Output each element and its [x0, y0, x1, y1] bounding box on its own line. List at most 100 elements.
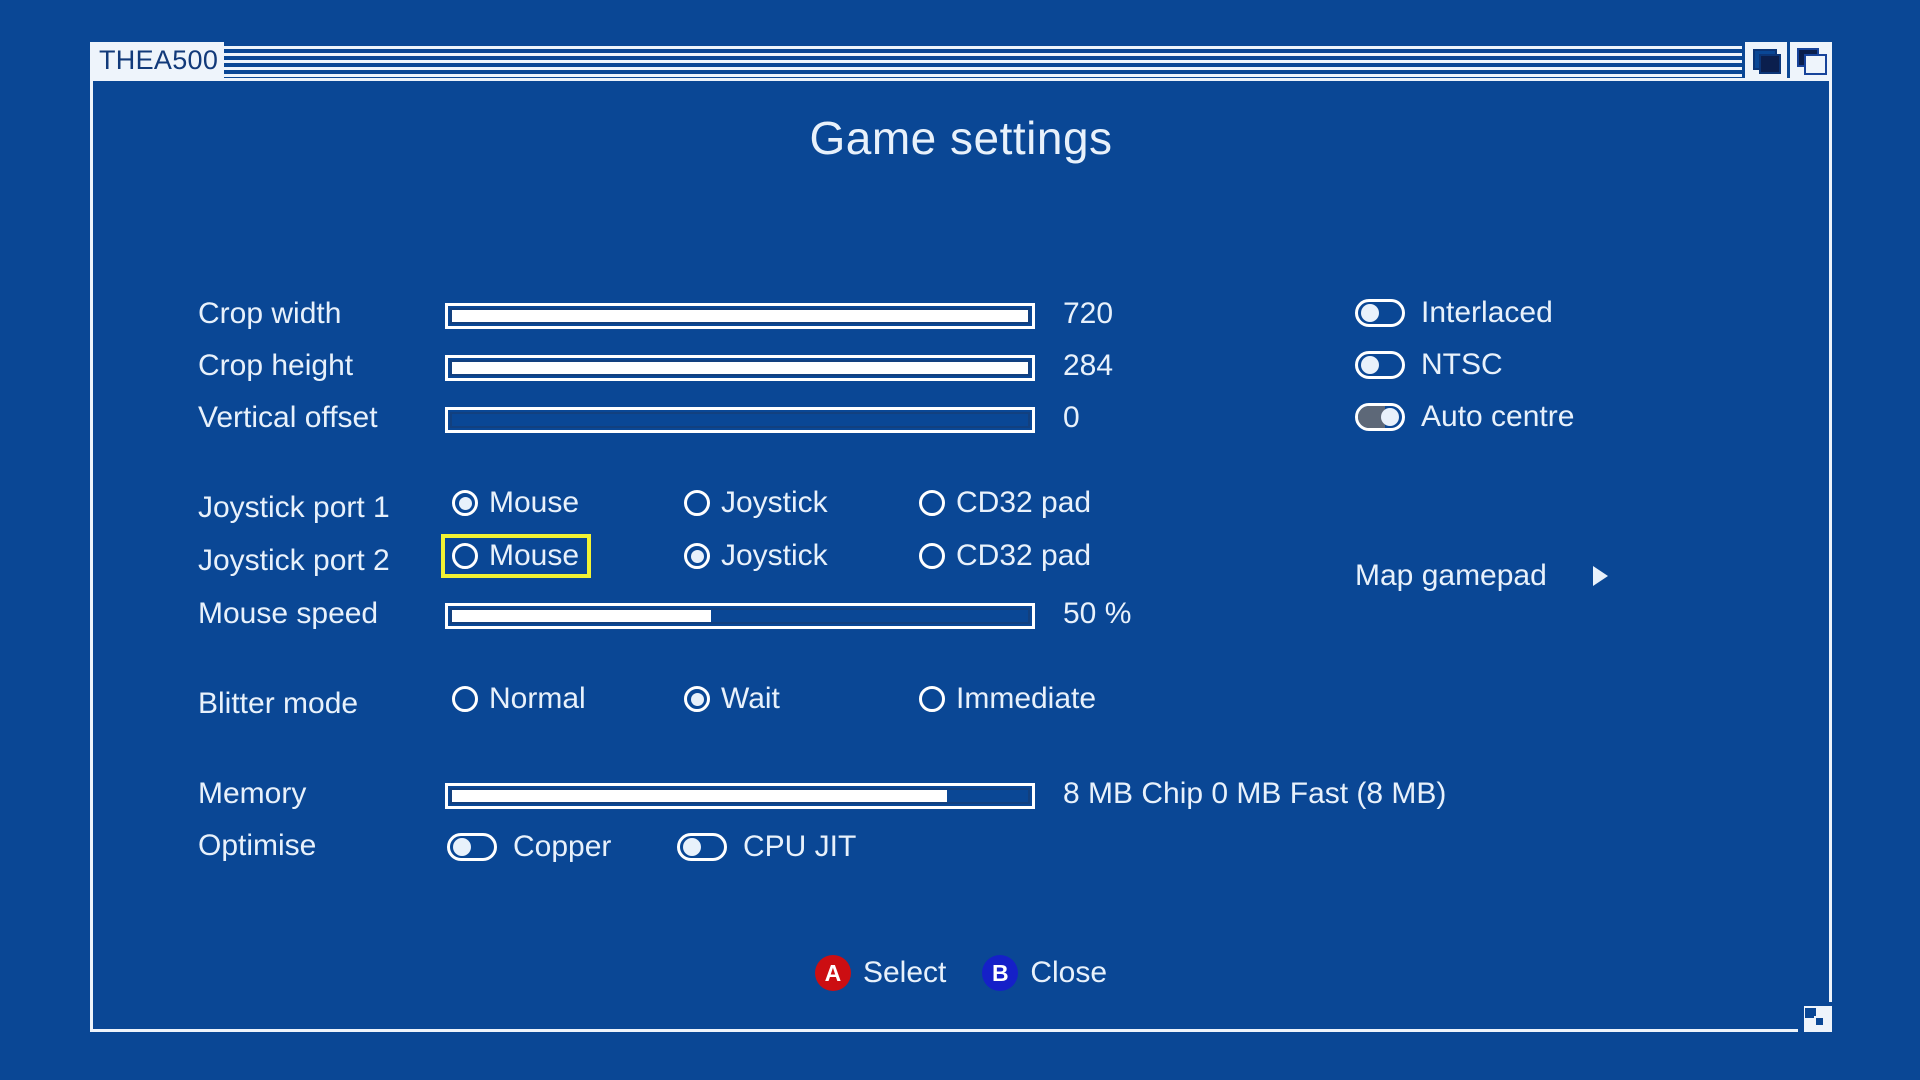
- toggle-interlaced-switch[interactable]: [1355, 299, 1405, 327]
- size-gadget-glyph: [1798, 1002, 1832, 1032]
- size-gadget-cut-left: [1798, 1002, 1804, 1032]
- toggle-ntsc-switch[interactable]: [1355, 351, 1405, 379]
- depth-gadget-front-square: [1759, 54, 1781, 74]
- toggle-copper-knob: [453, 838, 471, 856]
- radio-blitter-wait[interactable]: Wait: [673, 677, 792, 721]
- radio-port1-joystick-label: Joystick: [721, 486, 828, 519]
- toggle-copper[interactable]: Copper: [447, 827, 611, 867]
- hint-select[interactable]: A Select: [814, 955, 947, 991]
- radio-port1-joystick-indicator: [684, 490, 710, 516]
- radio-port2-cd32pad-indicator: [919, 543, 945, 569]
- hint-select-label: Select: [862, 956, 947, 989]
- depth-gadget-icon[interactable]: [1742, 42, 1787, 78]
- label-vertical-offset: Vertical offset: [198, 401, 378, 434]
- toggle-cpu-jit[interactable]: CPU JIT: [677, 827, 856, 867]
- label-crop-height: Crop height: [198, 349, 354, 382]
- window-title: THEA500: [99, 45, 219, 75]
- radio-blitter-normal[interactable]: Normal: [441, 677, 598, 721]
- hint-close-label: Close: [1030, 956, 1108, 989]
- label-joystick-port-1: Joystick port 1: [198, 491, 390, 524]
- slider-vertical-offset[interactable]: [445, 407, 1035, 433]
- slider-crop-width-fill: [452, 310, 1028, 322]
- radio-blitter-immediate-label: Immediate: [956, 682, 1097, 715]
- slider-memory[interactable]: [445, 783, 1035, 809]
- value-mouse-speed: 50 %: [1063, 597, 1132, 630]
- radio-blitter-normal-indicator: [452, 686, 478, 712]
- radio-blitter-wait-indicator: [684, 686, 710, 712]
- window-body: Game settings Crop width 720 Crop height: [90, 78, 1832, 1032]
- label-mouse-speed: Mouse speed: [198, 597, 379, 630]
- label-joystick-port-2: Joystick port 2: [198, 544, 390, 577]
- slider-crop-height-track: [450, 360, 1030, 376]
- slider-vertical-offset-track: [450, 412, 1030, 428]
- toggle-cpu-jit-label: CPU JIT: [743, 830, 857, 863]
- radio-blitter-wait-label: Wait: [721, 682, 780, 715]
- value-crop-height: 284: [1063, 349, 1114, 382]
- radio-port2-cd32pad[interactable]: CD32 pad: [908, 534, 1103, 578]
- settings-panel: Crop width 720 Crop height 284 Vertical …: [93, 81, 1829, 1029]
- hint-close[interactable]: B Close: [982, 955, 1107, 991]
- value-memory: 8 MB Chip 0 MB Fast (8 MB): [1063, 777, 1447, 810]
- game-settings-window: THEA500 Game settings Crop width 720 Cro…: [90, 42, 1832, 1032]
- zoom-gadget-icon[interactable]: [1787, 42, 1832, 78]
- toggle-interlaced[interactable]: Interlaced: [1355, 293, 1553, 333]
- toggle-copper-label: Copper: [513, 830, 612, 863]
- radio-port2-joystick-label: Joystick: [721, 539, 828, 572]
- map-gamepad-button[interactable]: Map gamepad: [1355, 559, 1608, 593]
- radio-blitter-normal-label: Normal: [489, 682, 586, 715]
- slider-memory-fill: [452, 790, 948, 802]
- value-crop-width: 720: [1063, 297, 1114, 330]
- slider-mouse-speed-track: [450, 608, 1030, 624]
- slider-crop-height[interactable]: [445, 355, 1035, 381]
- toggle-auto-centre[interactable]: Auto centre: [1355, 397, 1574, 437]
- radio-port1-mouse[interactable]: Mouse: [441, 481, 591, 525]
- button-hint-bar: A Select B Close: [93, 955, 1829, 991]
- toggle-cpu-jit-switch[interactable]: [677, 833, 727, 861]
- zoom-gadget-front-square: [1804, 54, 1827, 75]
- titlebar-stripes: [224, 42, 1742, 78]
- toggle-ntsc-label: NTSC: [1421, 348, 1503, 381]
- radio-port2-mouse[interactable]: Mouse: [441, 534, 592, 578]
- toggle-interlaced-knob: [1361, 304, 1379, 322]
- radio-port2-joystick-indicator: [684, 543, 710, 569]
- slider-mouse-speed-fill: [452, 610, 712, 622]
- radio-port2-cd32pad-label: CD32 pad: [956, 539, 1092, 572]
- button-b-icon: B: [982, 955, 1019, 991]
- radio-port2-mouse-label: Mouse: [489, 539, 580, 572]
- slider-mouse-speed[interactable]: [445, 603, 1035, 629]
- toggle-ntsc[interactable]: NTSC: [1355, 345, 1503, 385]
- radio-port1-joystick[interactable]: Joystick: [673, 481, 840, 525]
- radio-port1-cd32pad-label: CD32 pad: [956, 486, 1092, 519]
- size-gadget-icon[interactable]: [1798, 1002, 1832, 1032]
- toggle-auto-centre-knob: [1381, 408, 1399, 426]
- slider-crop-width[interactable]: [445, 303, 1035, 329]
- value-vertical-offset: 0: [1063, 401, 1080, 434]
- slider-crop-height-fill: [452, 362, 1028, 374]
- chevron-right-icon: [1592, 566, 1608, 586]
- label-blitter-mode: Blitter mode: [198, 687, 359, 720]
- label-crop-width: Crop width: [198, 297, 342, 330]
- map-gamepad-label: Map gamepad: [1355, 559, 1547, 592]
- size-gadget-square-large: [1814, 1016, 1825, 1027]
- toggle-ntsc-knob: [1361, 356, 1379, 374]
- slider-memory-track: [450, 788, 1030, 804]
- toggle-auto-centre-label: Auto centre: [1421, 400, 1575, 433]
- radio-port2-mouse-indicator: [452, 543, 478, 569]
- radio-port1-cd32pad-indicator: [919, 490, 945, 516]
- radio-port1-cd32pad[interactable]: CD32 pad: [908, 481, 1103, 525]
- radio-port2-joystick[interactable]: Joystick: [673, 534, 840, 578]
- toggle-copper-switch[interactable]: [447, 833, 497, 861]
- toggle-auto-centre-switch[interactable]: [1355, 403, 1405, 431]
- radio-port1-mouse-label: Mouse: [489, 486, 580, 519]
- size-gadget-cut-top: [1798, 1002, 1832, 1006]
- radio-blitter-immediate-indicator: [919, 686, 945, 712]
- desktop-screen: THEA500 Game settings Crop width 720 Cro…: [0, 0, 1920, 1080]
- toggle-interlaced-label: Interlaced: [1421, 296, 1553, 329]
- slider-crop-width-track: [450, 308, 1030, 324]
- label-optimise: Optimise: [198, 829, 317, 862]
- radio-port1-mouse-indicator: [452, 490, 478, 516]
- radio-blitter-immediate[interactable]: Immediate: [908, 677, 1108, 721]
- label-memory: Memory: [198, 777, 307, 810]
- button-a-icon: A: [814, 955, 851, 991]
- window-titlebar[interactable]: THEA500: [90, 42, 1832, 78]
